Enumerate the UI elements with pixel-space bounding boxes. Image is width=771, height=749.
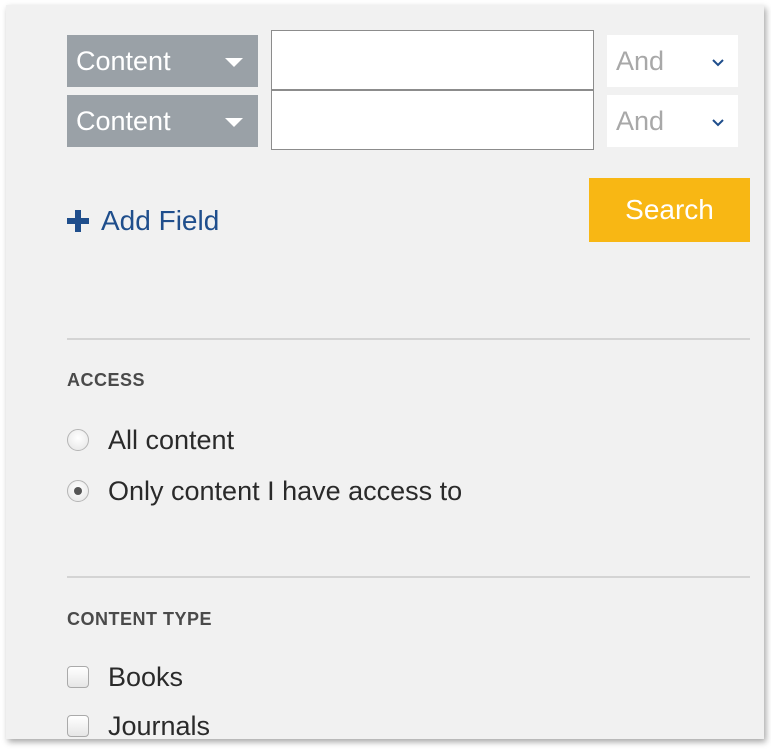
checkbox[interactable]: [67, 666, 89, 688]
plus-icon: [67, 210, 89, 232]
divider: [67, 338, 750, 340]
field-select-label: Content: [76, 106, 171, 136]
operator-select[interactable]: And: [607, 35, 738, 87]
field-select[interactable]: Content: [67, 35, 258, 87]
add-field-label: Add Field: [101, 205, 220, 236]
access-option-label: All content: [108, 424, 235, 455]
radio-button[interactable]: [67, 429, 89, 451]
content-type-heading: CONTENT TYPE: [67, 609, 213, 629]
access-heading: ACCESS: [67, 370, 146, 390]
search-term-input[interactable]: [271, 90, 594, 150]
checkbox[interactable]: [67, 715, 89, 737]
operator-select-label: And: [616, 106, 665, 136]
chevron-down-icon: [712, 59, 724, 67]
caret-down-icon: [225, 58, 243, 67]
add-field-link[interactable]: Add Field: [67, 201, 219, 241]
divider: [67, 576, 750, 578]
chevron-down-icon: [712, 119, 724, 127]
field-select[interactable]: Content: [67, 95, 258, 147]
access-option-label: Only content I have access to: [108, 475, 463, 506]
field-select-label: Content: [76, 46, 171, 76]
access-option-all-content[interactable]: All content: [67, 423, 234, 457]
content-type-option-label: Journals: [108, 710, 211, 740]
search-row: Content And: [67, 30, 743, 90]
search-row: Content And: [67, 90, 743, 150]
search-term-input[interactable]: [271, 30, 594, 90]
operator-select-label: And: [616, 46, 665, 76]
search-button[interactable]: Search: [589, 178, 750, 242]
caret-down-icon: [225, 118, 243, 127]
content-type-option-books[interactable]: Books: [67, 660, 183, 694]
content-type-option-journals[interactable]: Journals: [67, 709, 210, 739]
advanced-search-panel: Content And Content And Add Field Search: [6, 5, 764, 739]
operator-select[interactable]: And: [607, 95, 738, 147]
radio-button-selected[interactable]: [67, 480, 89, 502]
access-option-only-accessible[interactable]: Only content I have access to: [67, 474, 462, 508]
content-type-option-label: Books: [108, 661, 184, 692]
